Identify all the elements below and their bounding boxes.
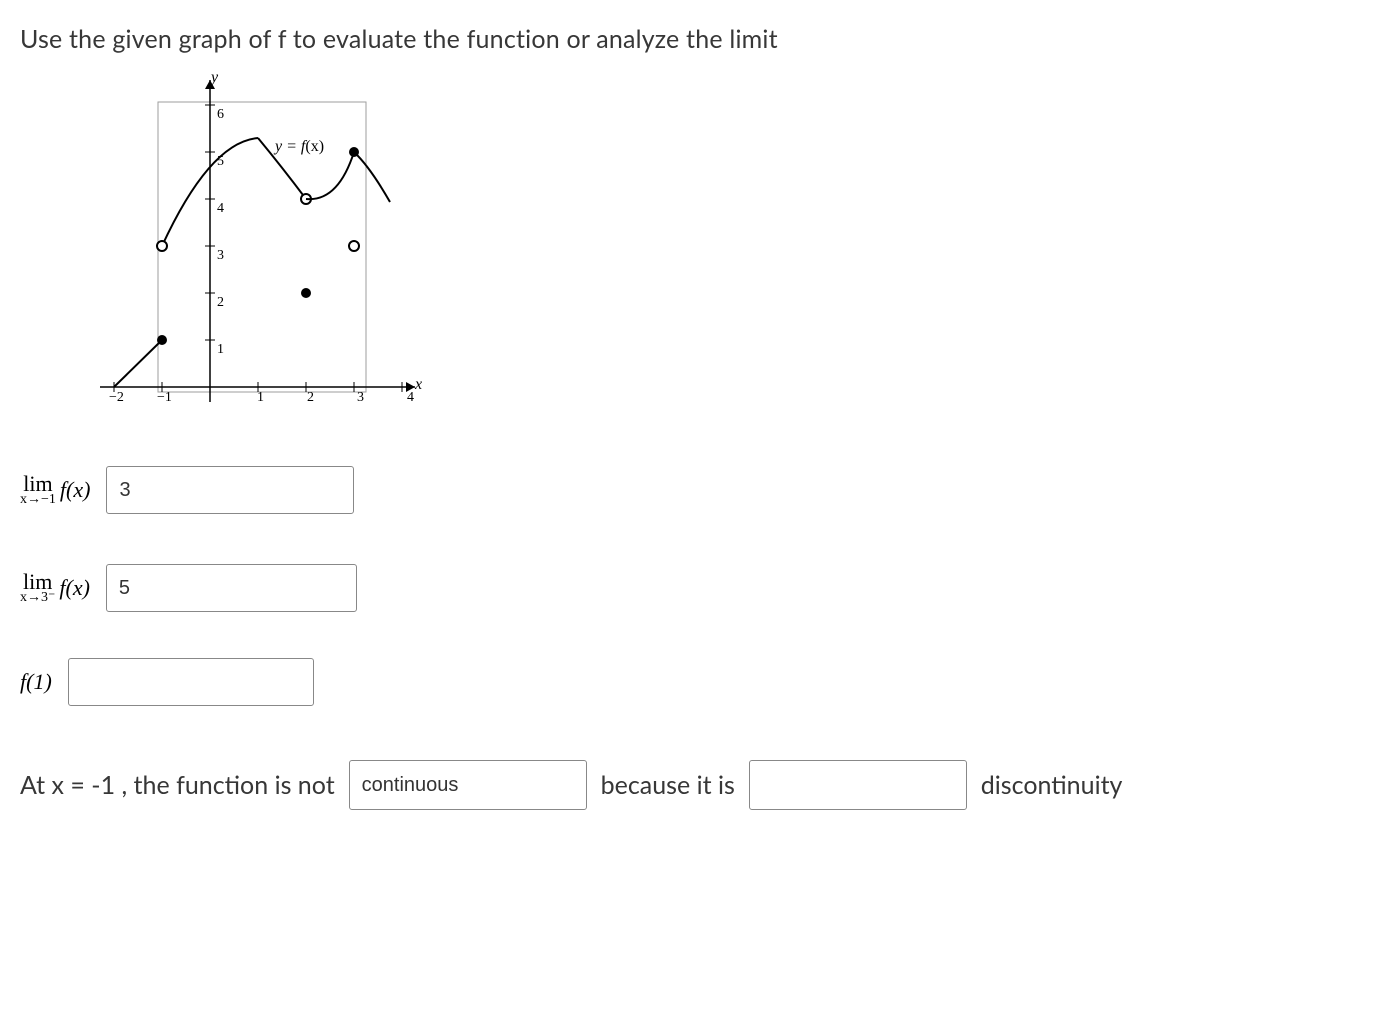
graph-svg	[70, 72, 430, 432]
tick-y-2: 2	[217, 295, 224, 311]
question-row-3: f(1)	[20, 658, 1380, 706]
tick-x-4: 4	[407, 390, 414, 406]
sentence-part-1: At x = -1 , the function is not	[20, 770, 335, 800]
answer-input-discontinuity-type[interactable]	[749, 760, 967, 810]
tick-y-5: 5	[217, 154, 224, 170]
tick-y-3: 3	[217, 248, 224, 264]
tick-y-1: 1	[217, 342, 224, 358]
graph-figure: y x y = f(x) −2 −1 1 2 3 4 1 2 3 4 5 6	[70, 72, 430, 442]
function-label: y = f(x)	[275, 138, 324, 156]
answer-input-not-blank[interactable]	[349, 760, 587, 810]
axis-y-label: y	[211, 69, 218, 87]
f-of-1-label: f(1)	[20, 669, 52, 695]
question-row-1: lim x→−1 f(x)	[20, 466, 1380, 514]
limit-label-1: lim x→−1 f(x)	[20, 473, 90, 507]
tick-y-6: 6	[217, 107, 224, 123]
tick-x-2: 2	[307, 390, 314, 406]
answer-input-f-of-1[interactable]	[68, 658, 314, 706]
sentence-part-2: because it is	[601, 770, 735, 800]
tick-y-4: 4	[217, 201, 224, 217]
tick-x-minus-2: −2	[109, 390, 124, 406]
question-row-2: lim x→3⁻ f(x)	[20, 564, 1380, 612]
tick-x-minus-1: −1	[157, 390, 172, 406]
question-prompt: Use the given graph of f to evaluate the…	[20, 24, 1380, 54]
answer-input-limit-3-left[interactable]	[106, 564, 357, 612]
sentence-part-3: discontinuity	[981, 770, 1123, 800]
tick-x-3: 3	[357, 390, 364, 406]
tick-x-1: 1	[257, 390, 264, 406]
answer-input-limit-neg1[interactable]	[106, 466, 354, 514]
limit-label-2: lim x→3⁻ f(x)	[20, 571, 90, 605]
continuity-sentence: At x = -1 , the function is not because …	[20, 760, 1380, 810]
axis-x-label: x	[415, 376, 422, 394]
